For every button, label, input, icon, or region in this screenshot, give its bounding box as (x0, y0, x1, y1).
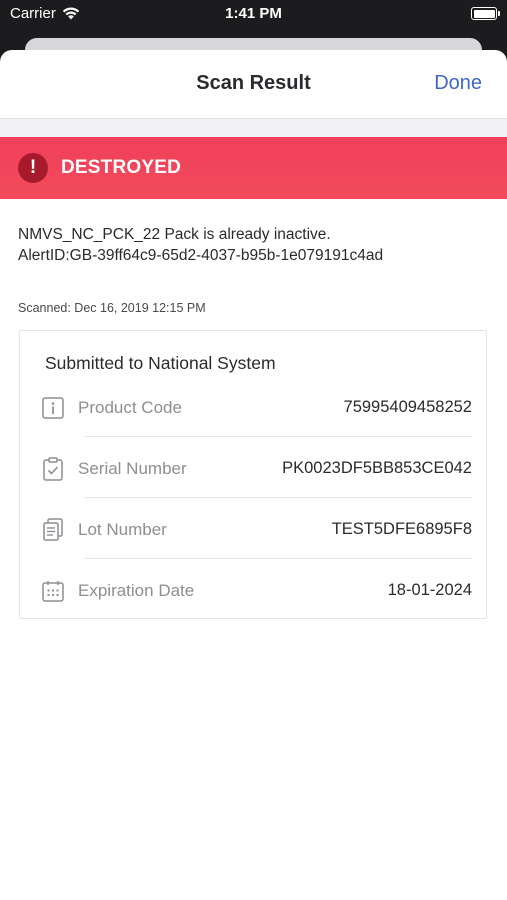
row-value: 75995409458252 (343, 398, 472, 416)
detail-row-lot-number: Lot Number TEST5DFE6895F8 (40, 499, 472, 560)
detail-row-serial-number: Serial Number PK0023DF5BB853CE042 (40, 438, 472, 499)
status-banner: ! DESTROYED (0, 137, 507, 199)
page-title: Scan Result (196, 72, 311, 94)
clipboard-check-icon (40, 456, 66, 482)
row-label: Product Code (78, 397, 182, 417)
row-divider (84, 436, 472, 437)
detail-row-product-code: Product Code 75995409458252 (40, 377, 472, 438)
calendar-icon (40, 578, 66, 604)
scanned-timestamp: Scanned: Dec 16, 2019 12:15 PM (18, 301, 206, 315)
card-title: Submitted to National System (45, 353, 276, 373)
details-card: Submitted to National System Product Cod… (19, 330, 487, 619)
status-label: DESTROYED (61, 157, 182, 178)
row-value: PK0023DF5BB853CE042 (282, 459, 472, 477)
alert-message: NMVS_NC_PCK_22 Pack is already inactive.… (18, 224, 488, 266)
row-value: TEST5DFE6895F8 (331, 520, 472, 538)
row-value: 18-01-2024 (387, 581, 472, 599)
row-label: Serial Number (78, 458, 187, 478)
battery-icon (471, 7, 500, 20)
row-divider (84, 558, 472, 559)
info-icon (40, 395, 66, 421)
message-line-2: AlertID:GB-39ff64c9-65d2-4037-b95b-1e079… (18, 247, 384, 264)
row-label: Lot Number (78, 519, 167, 539)
scan-result-sheet: Scan Result Done ! DESTROYED NMVS_NC_PCK… (0, 50, 507, 900)
done-button[interactable]: Done (434, 72, 482, 95)
detail-row-expiration-date: Expiration Date 18-01-2024 (40, 560, 472, 621)
message-line-1: NMVS_NC_PCK_22 Pack is already inactive. (18, 226, 331, 243)
exclamation-icon: ! (18, 153, 48, 183)
status-bar: Carrier 1:41 PM (0, 0, 507, 30)
row-label: Expiration Date (78, 580, 195, 600)
navigation-bar: Scan Result Done (0, 50, 507, 119)
documents-icon (40, 517, 66, 543)
header-divider-strip (0, 119, 507, 137)
status-time: 1:41 PM (225, 5, 282, 22)
row-divider (84, 497, 472, 498)
